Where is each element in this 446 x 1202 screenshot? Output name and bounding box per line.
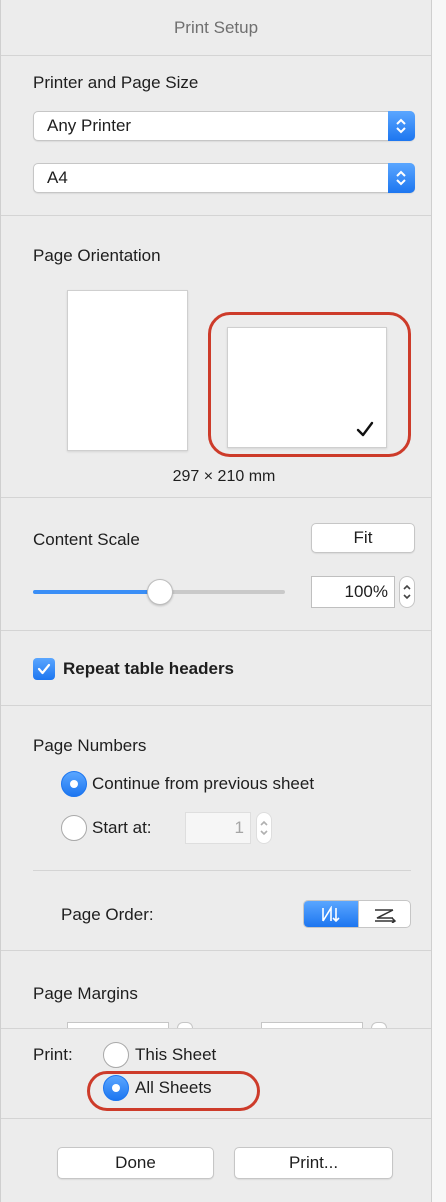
checkmark-icon — [356, 421, 374, 437]
print-scope-label: Print: — [33, 1045, 73, 1064]
repeat-headers-label: Repeat table headers — [63, 659, 235, 678]
start-at-field[interactable]: 1 — [185, 812, 251, 844]
page-margins-heading: Page Margins — [33, 984, 138, 1003]
print-button[interactable]: Print... — [234, 1147, 393, 1179]
start-at-radio[interactable] — [61, 815, 87, 841]
paper-size-popup-value: A4 — [47, 168, 68, 187]
divider — [33, 870, 411, 871]
repeat-headers-checkbox[interactable] — [33, 658, 55, 680]
divider — [1, 215, 431, 216]
all-sheets-label: All Sheets — [135, 1078, 212, 1097]
divider — [1, 1028, 431, 1029]
over-then-down-icon — [375, 909, 397, 923]
divider — [1, 1118, 431, 1119]
window-edge — [432, 0, 446, 1202]
this-sheet-radio[interactable] — [103, 1042, 129, 1068]
page-size-readout: 297 × 210 mm — [172, 468, 276, 485]
stepper-arrows-icon — [403, 584, 411, 600]
scale-slider-track[interactable] — [161, 590, 285, 594]
orientation-section-heading: Page Orientation — [33, 246, 161, 265]
portrait-orientation-option[interactable] — [67, 290, 188, 451]
done-button[interactable]: Done — [57, 1147, 214, 1179]
panel-title: Print Setup — [1, 0, 431, 56]
start-at-radio-label: Start at: — [92, 818, 152, 837]
down-then-over-icon — [322, 906, 340, 923]
divider — [1, 950, 431, 951]
page-order-segmented-control[interactable] — [303, 900, 411, 928]
all-sheets-radio[interactable] — [103, 1075, 129, 1101]
popup-arrows-icon — [388, 163, 415, 193]
popup-arrows-icon — [388, 111, 415, 141]
page-order-label: Page Order: — [61, 905, 154, 924]
scale-slider-knob[interactable] — [147, 579, 173, 605]
continue-radio-label: Continue from previous sheet — [92, 774, 315, 793]
paper-size-popup[interactable]: A4 — [33, 163, 415, 193]
scale-slider-fill — [33, 590, 161, 594]
stepper-arrows-icon — [260, 820, 268, 836]
print-setup-panel: Print Setup Printer and Page Size Any Pr… — [0, 0, 432, 1202]
page-numbers-heading: Page Numbers — [33, 736, 147, 755]
printer-popup-value: Any Printer — [47, 116, 132, 135]
divider — [1, 630, 431, 631]
start-at-stepper[interactable] — [256, 812, 272, 844]
divider — [1, 497, 431, 498]
printer-section-heading: Printer and Page Size — [33, 73, 199, 92]
down-then-over-segment[interactable] — [304, 901, 358, 927]
divider — [1, 705, 431, 706]
this-sheet-label: This Sheet — [135, 1045, 217, 1064]
over-then-down-segment[interactable] — [358, 901, 410, 927]
scale-value-field[interactable]: 100% — [311, 576, 395, 608]
printer-popup[interactable]: Any Printer — [33, 111, 415, 141]
fit-button[interactable]: Fit — [311, 523, 415, 553]
checkmark-icon — [37, 663, 51, 675]
landscape-orientation-option[interactable] — [227, 327, 387, 448]
scale-stepper[interactable] — [399, 576, 415, 608]
scale-section-heading: Content Scale — [33, 530, 140, 549]
continue-radio[interactable] — [61, 771, 87, 797]
